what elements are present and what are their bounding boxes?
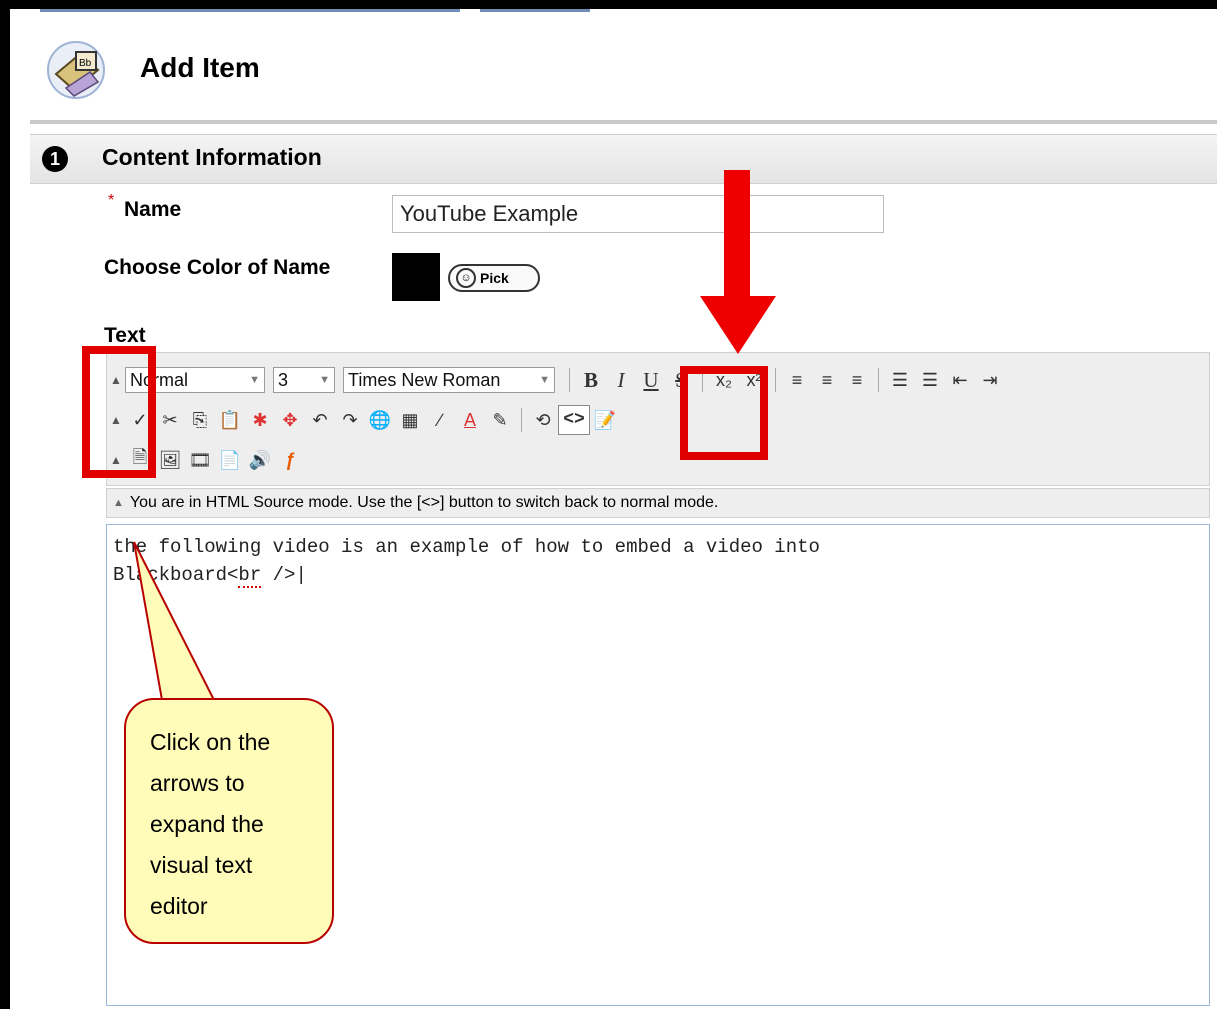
- toolbar-separator: [775, 368, 776, 392]
- page-title: Add Item: [140, 52, 260, 83]
- section-title: Content Information: [102, 144, 322, 170]
- align-center-icon[interactable]: ≡: [812, 366, 842, 394]
- tab-underline: [40, 9, 460, 12]
- required-marker: *: [108, 192, 115, 209]
- toolbar-separator: [878, 368, 879, 392]
- window-frame-top: [0, 0, 1217, 9]
- highlight-box-source-button: [680, 366, 768, 460]
- text-color-icon[interactable]: A: [455, 406, 485, 434]
- text-label: Text: [104, 324, 146, 347]
- insert-link-icon[interactable]: 🌐: [365, 406, 395, 434]
- preview-icon[interactable]: ⟲: [528, 406, 558, 434]
- find-icon[interactable]: ✥: [275, 406, 305, 434]
- window-frame-left: [0, 0, 10, 1009]
- size-select[interactable]: 3 ▼: [273, 367, 335, 393]
- cut-icon[interactable]: ✂: [155, 406, 185, 434]
- numbered-list-icon[interactable]: ☰: [885, 366, 915, 394]
- color-swatch: [392, 253, 440, 301]
- editor-line-2: Blackboard<br />|: [113, 564, 307, 588]
- toolbar-separator: [569, 368, 570, 392]
- bold-button[interactable]: B: [576, 366, 606, 394]
- align-left-icon[interactable]: ≡: [782, 366, 812, 394]
- editor-line-1: the following video is an example of how…: [113, 536, 820, 558]
- header-divider: [30, 120, 1217, 124]
- edit-document-icon[interactable]: 📝: [590, 406, 620, 434]
- insert-table-icon[interactable]: ▦: [395, 406, 425, 434]
- callout-note: Click on the arrows to expand the visual…: [124, 698, 334, 944]
- indent-icon[interactable]: ⇥: [975, 366, 1005, 394]
- svg-text:Bb: Bb: [79, 58, 92, 69]
- size-value: 3: [278, 369, 289, 390]
- insert-image-icon[interactable]: 🖼: [155, 446, 185, 474]
- italic-button[interactable]: I: [606, 366, 636, 394]
- underline-button[interactable]: U: [636, 366, 666, 394]
- html-source-button[interactable]: <>: [558, 405, 590, 435]
- tab-underline-2: [480, 9, 590, 12]
- outdent-icon[interactable]: ⇤: [945, 366, 975, 394]
- chevron-down-icon: ▼: [319, 374, 330, 386]
- name-label: Name: [124, 198, 182, 221]
- highlight-box-arrows: [82, 346, 156, 478]
- font-value: Times New Roman: [348, 369, 501, 390]
- insert-audio-icon[interactable]: 🔊: [245, 446, 275, 474]
- editor-line-2-prefix: Blackboard<: [113, 564, 239, 586]
- name-field[interactable]: [392, 195, 884, 233]
- chevron-down-icon: ▼: [249, 374, 260, 386]
- color-label: Choose Color of Name: [104, 256, 331, 279]
- undo-icon[interactable]: ↶: [305, 406, 335, 434]
- add-item-icon: Bb: [47, 41, 105, 99]
- insert-flash-icon[interactable]: ƒ: [275, 446, 305, 474]
- editor-line-2-tag: br: [238, 564, 262, 588]
- palette-icon: ☺: [456, 268, 476, 288]
- bullet-list-icon[interactable]: ☰: [915, 366, 945, 394]
- collapse-arrow-icon[interactable]: ▲: [113, 497, 124, 509]
- horizontal-rule-icon[interactable]: ∕: [425, 406, 455, 434]
- chevron-down-icon: ▼: [539, 374, 550, 386]
- status-message: You are in HTML Source mode. Use the [<>…: [129, 494, 719, 511]
- toolbar-row-2: ▲ ✓ ✂ ⎘ 📋 ✱ ✥ ↶ ↷ 🌐 ▦ ∕ A ✎ ⟲ <> 📝: [107, 405, 620, 435]
- pick-color-button[interactable]: ☺ Pick: [448, 264, 540, 292]
- editor-line-2-suffix: />: [261, 564, 296, 586]
- red-arrow-head: [700, 296, 776, 354]
- highlight-color-icon[interactable]: ✎: [485, 406, 515, 434]
- source-mode-status: ▲ You are in HTML Source mode. Use the […: [106, 488, 1210, 518]
- toolbar-row-1: ▲ Normal ▼ 3 ▼ Times New Roman ▼ B I U S x₂…: [107, 365, 1005, 395]
- red-arrow-shaft: [724, 170, 750, 300]
- redo-icon[interactable]: ↷: [335, 406, 365, 434]
- copy-icon[interactable]: ⎘: [185, 406, 215, 434]
- step-number: 1: [42, 146, 68, 172]
- paste-icon[interactable]: 📋: [215, 406, 245, 434]
- pick-label: Pick: [480, 270, 509, 286]
- align-right-icon[interactable]: ≡: [842, 366, 872, 394]
- font-select[interactable]: Times New Roman ▼: [343, 367, 555, 393]
- insert-document-icon[interactable]: 📄: [215, 446, 245, 474]
- insert-media-icon[interactable]: 🎞: [185, 446, 215, 474]
- remove-format-icon[interactable]: ✱: [245, 406, 275, 434]
- toolbar-separator: [521, 408, 522, 432]
- editor-toolbar: ▲ Normal ▼ 3 ▼ Times New Roman ▼ B I U S x₂…: [106, 352, 1210, 486]
